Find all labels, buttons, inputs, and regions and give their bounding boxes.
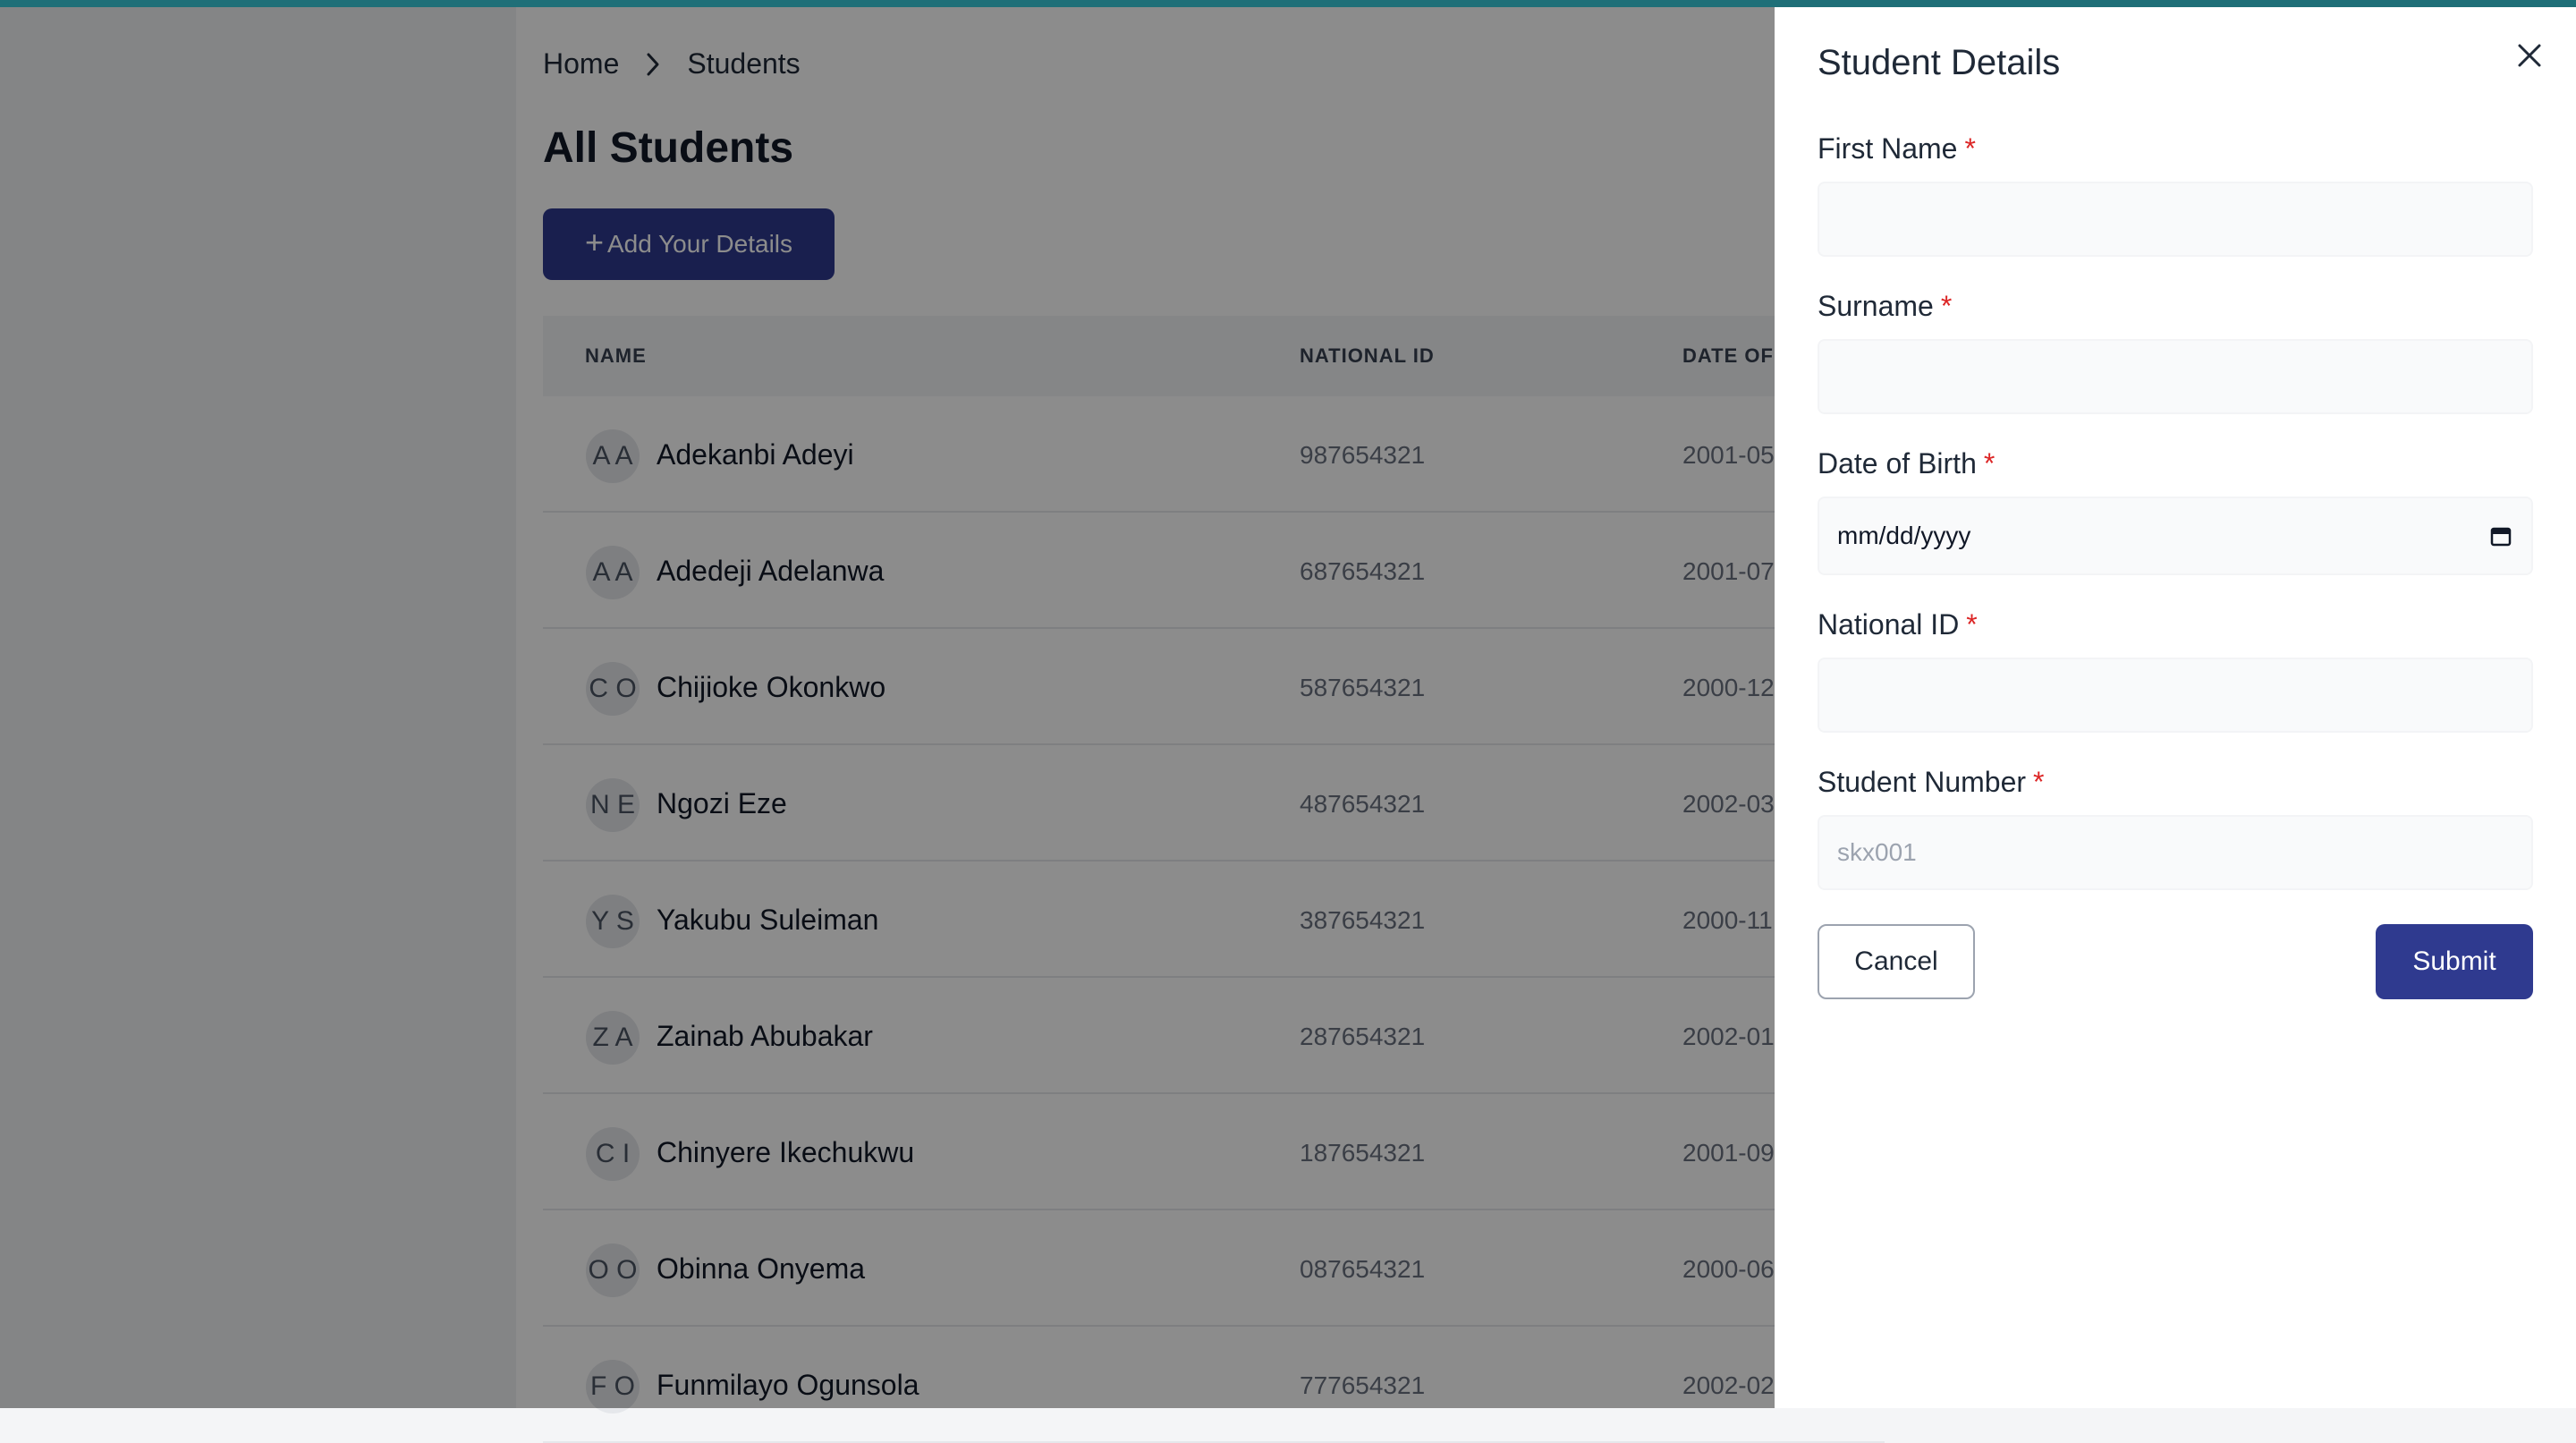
required-marker: * bbox=[1983, 447, 1996, 480]
dob-field[interactable]: mm/dd/yyyy bbox=[1818, 497, 2533, 575]
student-number-field[interactable] bbox=[1818, 815, 2533, 890]
required-marker: * bbox=[1940, 290, 1953, 322]
required-marker: * bbox=[1966, 608, 1978, 641]
dob-label: Date of Birth * bbox=[1818, 447, 1996, 480]
required-marker: * bbox=[2033, 766, 2045, 798]
surname-label: Surname * bbox=[1818, 290, 1953, 322]
required-marker: * bbox=[1964, 132, 1976, 165]
drawer-title: Student Details bbox=[1818, 43, 2061, 82]
first-name-field[interactable] bbox=[1818, 182, 2533, 257]
calendar-icon[interactable] bbox=[2488, 523, 2513, 548]
surname-field[interactable] bbox=[1818, 339, 2533, 414]
top-accent-bar bbox=[0, 0, 2576, 7]
submit-button[interactable]: Submit bbox=[2376, 924, 2533, 999]
cancel-button[interactable]: Cancel bbox=[1818, 924, 1975, 999]
student-number-label: Student Number * bbox=[1818, 766, 2045, 798]
first-name-label: First Name * bbox=[1818, 132, 1976, 165]
national-id-field[interactable] bbox=[1818, 658, 2533, 733]
close-icon[interactable] bbox=[2508, 34, 2551, 77]
dob-value: mm/dd/yyyy bbox=[1837, 522, 1971, 549]
national-id-label: National ID * bbox=[1818, 608, 1978, 641]
student-details-drawer: Student Details First Name * Surname * Dat… bbox=[1775, 7, 2576, 1408]
